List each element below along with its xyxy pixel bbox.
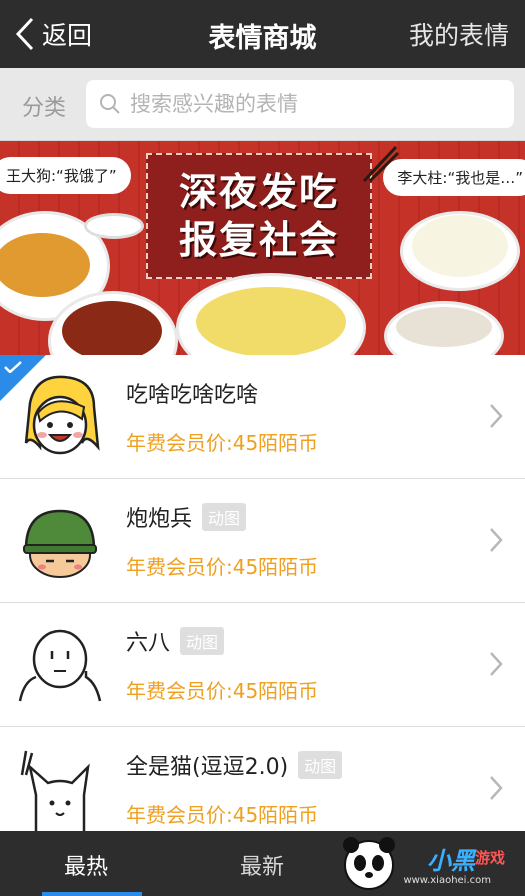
item-price: 年费会员价:45陌陌币 [126,803,319,827]
banner-bubble-right: 李大柱:“我也是…” [383,159,525,196]
banner-bubble-left: 王大狗:“我饿了” [0,157,131,194]
list-item[interactable]: 吃啥吃啥吃啥 年费会员价:45陌陌币 [0,355,525,479]
top-navbar: 返回 表情商城 我的表情 [0,0,525,68]
watermark-text2: 游戏 [474,849,505,867]
search-row: 分类 [0,68,525,141]
sticker-thumbnail-chishachisha [24,375,100,455]
food-fried-rice [196,287,346,355]
category-button[interactable]: 分类 [22,90,66,122]
item-name-text: 炮炮兵 [126,507,193,532]
item-price: 年费会员价:45陌陌币 [126,555,319,579]
search-input[interactable] [130,92,490,116]
item-name-text: 吃啥吃啥吃啥 [126,383,259,408]
tab-new[interactable]: 最新 [240,849,284,881]
search-icon [100,94,120,114]
back-button[interactable]: 返回 [14,14,92,54]
tab-hot[interactable]: 最热 [64,849,108,881]
my-stickers-button[interactable]: 我的表情 [409,16,509,52]
watermark-text: 小黑 [427,847,475,875]
item-name: 吃啥吃啥吃啥 [126,377,258,409]
banner-headline-box: 深夜发吃 报复社会 [146,153,372,279]
item-name: 全是猫(逗逗2.0) 动图 [126,749,343,781]
chevron-right-icon [490,528,503,552]
item-name-text: 六八 [126,631,171,656]
chevron-right-icon [490,404,503,428]
sticker-thumbnail-liuba [18,629,102,702]
list-item[interactable]: 六八 动图 年费会员价:45陌陌币 [0,603,525,727]
active-tab-indicator [42,892,142,896]
banner-headline-line2: 报复社会 [178,218,339,262]
watermark-logo: 小黑 游戏 www.xiaohei.com [319,831,519,896]
back-label: 返回 [42,21,93,50]
item-name: 六八 动图 [126,625,225,657]
animated-badge: 动图 [202,503,247,531]
chopsticks-icon [362,145,400,183]
food-sauce-dish [84,213,144,239]
chevron-right-icon [490,776,503,800]
food-ribs [62,301,162,355]
item-name-text: 全是猫(逗逗2.0) [126,755,289,780]
chevron-left-icon [15,17,34,51]
food-congee [396,307,492,347]
item-price: 年费会员价:45陌陌币 [126,431,319,455]
sticker-thumbnail-cat [20,750,90,833]
item-name: 炮炮兵 动图 [126,501,247,533]
check-icon [4,361,22,373]
watermark-url: www.xiaohei.com [403,875,491,886]
banner-headline-line1: 深夜发吃 [178,170,339,214]
sticker-list: 吃啥吃啥吃啥 年费会员价:45陌陌币 炮炮兵 动图 年费会员价:45陌陌币 六八动… [0,355,525,851]
animated-badge: 动图 [180,627,225,655]
list-item[interactable]: 炮炮兵 动图 年费会员价:45陌陌币 [0,479,525,603]
bottom-tabbar: 最热 最新 小黑 游戏 www.xiaohei.com [0,831,525,896]
promo-banner[interactable]: 王大狗:“我饿了” 李大柱:“我也是…” 深夜发吃 报复社会 [0,141,525,355]
sticker-thumbnail-paopaobing [23,509,97,578]
animated-badge: 动图 [298,751,343,779]
item-price: 年费会员价:45陌陌币 [126,679,319,703]
food-buns [412,215,508,277]
panda-icon [343,837,395,890]
chevron-right-icon [490,652,503,676]
search-box[interactable] [86,80,514,128]
